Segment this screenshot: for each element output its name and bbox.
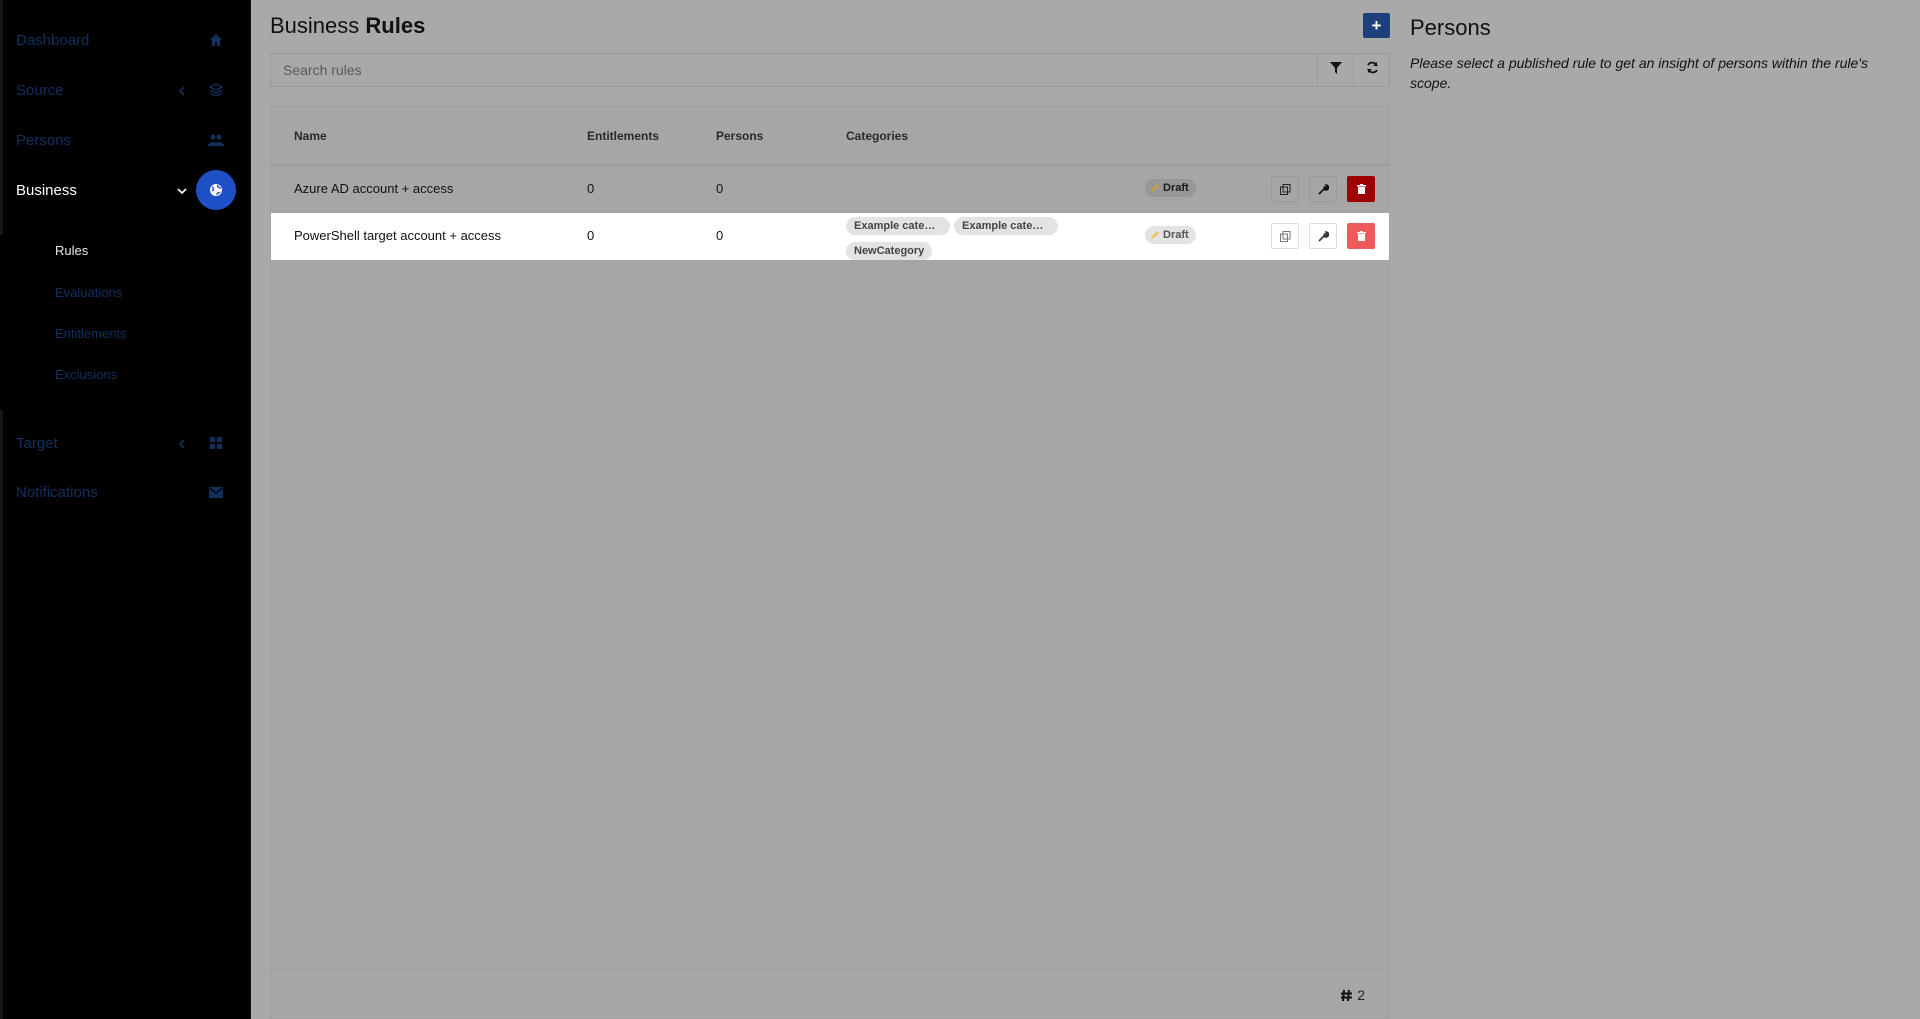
rule-name: Azure AD account + access <box>294 181 454 196</box>
hash-icon <box>1341 989 1353 1001</box>
column-header-name[interactable]: Name <box>294 129 327 143</box>
wrench-icon <box>1317 183 1329 195</box>
wrench-icon <box>1317 230 1329 242</box>
rule-persons: 0 <box>716 181 724 196</box>
chevron-down-icon <box>176 184 188 196</box>
filter-icon <box>1330 61 1342 79</box>
refresh-button[interactable] <box>1353 54 1390 86</box>
rule-entitlements: 0 <box>587 228 595 243</box>
users-icon <box>207 131 225 149</box>
table-footer-divider <box>271 969 1389 970</box>
persons-panel-message: Please select a published rule to get an… <box>1410 55 1868 91</box>
plus-label: + <box>1371 15 1382 35</box>
category-tag: Example categor… <box>846 217 950 235</box>
trash-icon <box>1356 184 1366 194</box>
table-header: Name Entitlements Persons Categories <box>271 107 1389 166</box>
rule-entitlements: 0 <box>587 181 595 196</box>
table-row[interactable]: Azure AD account + access 0 0 Draft <box>271 166 1389 213</box>
copy-icon <box>1279 230 1290 242</box>
row-count: 2 <box>1340 987 1365 1003</box>
rules-table-panel: Name Entitlements Persons Categories Azu… <box>270 106 1390 1019</box>
sidebar-item-source[interactable]: Source <box>0 65 250 115</box>
duplicate-button[interactable] <box>1271 223 1299 249</box>
envelope-icon <box>207 483 225 501</box>
page-title-prefix: Business <box>270 13 360 38</box>
status-label: Draft <box>1163 229 1189 241</box>
filter-button[interactable] <box>1317 54 1354 86</box>
delete-button[interactable] <box>1347 176 1375 202</box>
sidebar-subitem-evaluations[interactable]: Evaluations <box>55 285 122 300</box>
category-tag: NewCategory <box>846 242 933 260</box>
refresh-icon <box>1366 61 1379 79</box>
trash-icon <box>1356 231 1366 241</box>
column-header-entitlements[interactable]: Entitlements <box>587 129 659 143</box>
persons-panel-title: Persons <box>1410 15 1491 40</box>
sidebar-item-notifications[interactable]: Notifications <box>0 467 250 517</box>
add-rule-button[interactable]: + <box>1363 13 1390 38</box>
edit-button[interactable] <box>1309 176 1337 202</box>
sidebar-subitem-rules[interactable]: Rules <box>55 243 88 258</box>
delete-button[interactable] <box>1347 223 1375 249</box>
sidebar-subitem-exclusions[interactable]: Exclusions <box>55 367 117 382</box>
sidebar: Dashboard Source Persons Business Rules … <box>0 0 251 1019</box>
database-icon <box>207 81 225 99</box>
grid-icon <box>207 434 225 452</box>
sidebar-item-business[interactable]: Business <box>0 165 250 215</box>
status-badge: Draft <box>1145 226 1196 244</box>
page-title: Business Rules <box>270 13 425 39</box>
search-bar <box>270 53 1390 87</box>
pencil-icon <box>1151 231 1159 239</box>
column-header-persons[interactable]: Persons <box>716 129 763 143</box>
pencil-icon <box>1151 184 1159 192</box>
category-tags: Example categor… Example categor… NewCateg… <box>846 217 1116 267</box>
row-count-value: 2 <box>1357 987 1365 1003</box>
rule-name: PowerShell target account + access <box>294 228 502 243</box>
copy-icon <box>1279 183 1290 195</box>
edit-button[interactable] <box>1309 223 1337 249</box>
status-badge: Draft <box>1145 179 1196 197</box>
sidebar-item-persons[interactable]: Persons <box>0 115 250 165</box>
globe-icon <box>196 170 236 210</box>
rule-persons: 0 <box>716 228 724 243</box>
search-input[interactable] <box>271 54 1317 86</box>
category-tag: Example categor… <box>954 217 1058 235</box>
sidebar-item-dashboard[interactable]: Dashboard <box>0 15 250 65</box>
home-icon <box>207 31 225 49</box>
page-title-bold: Rules <box>365 13 426 38</box>
column-header-categories[interactable]: Categories <box>846 129 908 143</box>
duplicate-button[interactable] <box>1271 176 1299 202</box>
table-row[interactable]: PowerShell target account + access 0 0 E… <box>271 213 1389 260</box>
sidebar-subitem-entitlements[interactable]: Entitlements <box>55 326 127 341</box>
chevron-left-icon <box>176 84 188 96</box>
chevron-left-icon <box>176 437 188 449</box>
status-label: Draft <box>1163 182 1189 194</box>
sidebar-item-target[interactable]: Target <box>0 418 250 468</box>
